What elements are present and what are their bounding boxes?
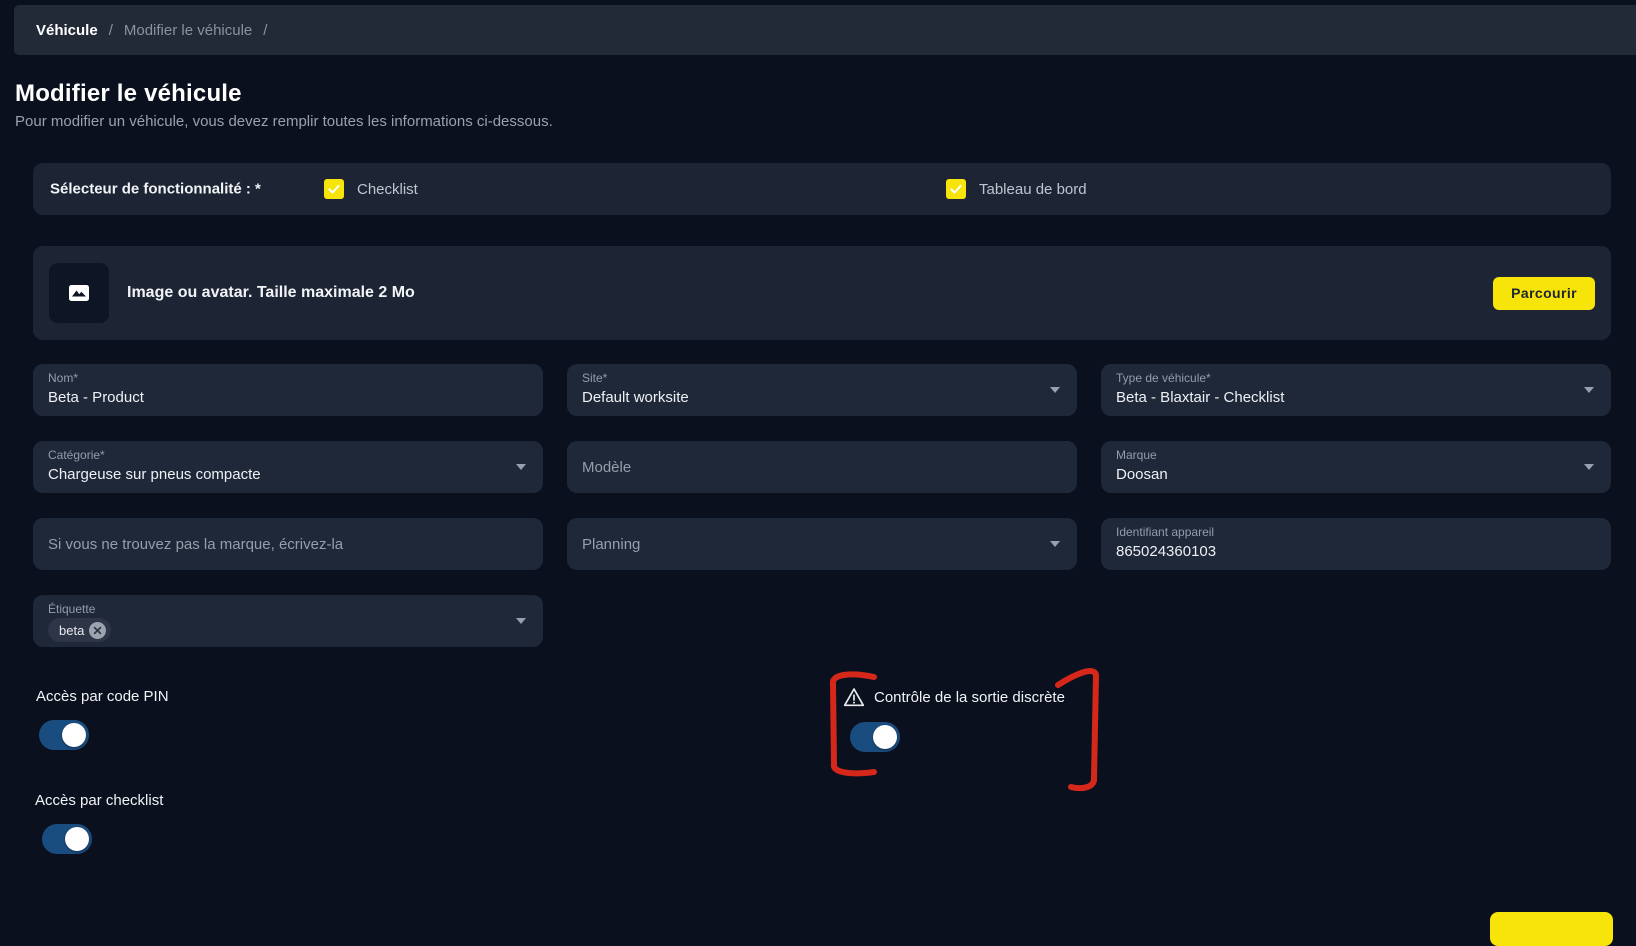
breadcrumb-separator: /: [109, 22, 113, 39]
feature-selector-label: Sélecteur de fonctionnalité : *: [50, 181, 261, 198]
categorie-value: Chargeuse sur pneus compacte: [48, 466, 503, 483]
chevron-down-icon: [1584, 464, 1594, 470]
checkbox-check-icon: [949, 182, 963, 196]
identifiant-appareil-label: Identifiant appareil: [1116, 526, 1571, 539]
checkbox-check-icon: [327, 182, 341, 196]
checklist-access-switch[interactable]: [42, 824, 92, 854]
vehicle-form: Nom* Beta - Product Site* Default worksi…: [33, 364, 1611, 647]
pin-access-toggle-group: Accès par code PIN: [36, 688, 169, 750]
nom-value: Beta - Product: [48, 389, 503, 406]
discrete-output-label: Contrôle de la sortie discrète: [874, 689, 1065, 706]
categorie-label: Catégorie*: [48, 449, 503, 462]
planning-select[interactable]: Planning: [567, 518, 1077, 570]
marque-libre-placeholder: Si vous ne trouvez pas la marque, écrive…: [48, 536, 343, 553]
image-icon: [66, 280, 92, 306]
type-vehicule-select[interactable]: Type de véhicule* Beta - Blaxtair - Chec…: [1101, 364, 1611, 416]
checklist-checkbox-label: Checklist: [357, 181, 418, 198]
chip-remove-icon[interactable]: [89, 622, 106, 639]
identifiant-appareil-field[interactable]: Identifiant appareil 865024360103: [1101, 518, 1611, 570]
marque-libre-input[interactable]: Si vous ne trouvez pas la marque, écrive…: [33, 518, 543, 570]
modele-placeholder: Modèle: [582, 459, 631, 476]
pin-access-switch[interactable]: [39, 720, 89, 750]
page-subtitle: Pour modifier un véhicule, vous devez re…: [15, 113, 553, 130]
discrete-output-toggle-group: Contrôle de la sortie discrète: [843, 686, 1065, 752]
categorie-select[interactable]: Catégorie* Chargeuse sur pneus compacte: [33, 441, 543, 493]
switch-thumb: [62, 723, 86, 747]
marque-select[interactable]: Marque Doosan: [1101, 441, 1611, 493]
marque-label: Marque: [1116, 449, 1571, 462]
chevron-down-icon: [1050, 541, 1060, 547]
breadcrumb-item-vehicule[interactable]: Véhicule: [36, 22, 98, 39]
type-vehicule-label: Type de véhicule*: [1116, 372, 1571, 385]
tableau-de-bord-checkbox-label: Tableau de bord: [979, 181, 1087, 198]
marque-value: Doosan: [1116, 466, 1571, 483]
page-header: Modifier le véhicule Pour modifier un vé…: [15, 80, 553, 130]
page-title: Modifier le véhicule: [15, 80, 553, 108]
browse-button[interactable]: Parcourir: [1493, 277, 1595, 310]
pin-access-label: Accès par code PIN: [36, 688, 169, 705]
image-placeholder-thumb: [49, 263, 109, 323]
chevron-down-icon: [516, 464, 526, 470]
site-label: Site*: [582, 372, 1037, 385]
chip-label: beta: [59, 623, 84, 638]
image-upload-card: Image ou avatar. Taille maximale 2 Mo Pa…: [33, 246, 1611, 340]
breadcrumb-item-modifier[interactable]: Modifier le véhicule: [124, 22, 252, 39]
type-vehicule-value: Beta - Blaxtair - Checklist: [1116, 389, 1571, 406]
etiquette-select[interactable]: Étiquette beta: [33, 595, 543, 647]
image-upload-description: Image ou avatar. Taille maximale 2 Mo: [127, 284, 415, 302]
identifiant-appareil-value: 865024360103: [1116, 543, 1571, 560]
modele-input[interactable]: Modèle: [567, 441, 1077, 493]
switch-thumb: [65, 827, 89, 851]
discrete-output-switch[interactable]: [850, 722, 900, 752]
nom-label: Nom*: [48, 372, 503, 385]
tableau-de-bord-checkbox[interactable]: [946, 179, 966, 199]
nom-field[interactable]: Nom* Beta - Product: [33, 364, 543, 416]
checklist-access-toggle-group: Accès par checklist: [35, 792, 163, 854]
chevron-down-icon: [1050, 387, 1060, 393]
feature-selector-card: Sélecteur de fonctionnalité : * Checklis…: [33, 163, 1611, 215]
etiquette-label: Étiquette: [48, 603, 503, 616]
site-value: Default worksite: [582, 389, 1037, 406]
planning-placeholder: Planning: [582, 536, 640, 553]
chevron-down-icon: [1584, 387, 1594, 393]
checkbox-option-tableau-de-bord: Tableau de bord: [946, 179, 1087, 199]
chevron-down-icon: [516, 618, 526, 624]
warning-icon: [843, 686, 865, 708]
breadcrumb: Véhicule / Modifier le véhicule /: [14, 5, 1636, 55]
checklist-access-label: Accès par checklist: [35, 792, 163, 809]
bottom-action-button[interactable]: [1490, 912, 1613, 946]
etiquette-chip-beta: beta: [48, 618, 111, 642]
checklist-checkbox[interactable]: [324, 179, 344, 199]
site-select[interactable]: Site* Default worksite: [567, 364, 1077, 416]
checkbox-option-checklist: Checklist: [324, 179, 418, 199]
breadcrumb-separator: /: [263, 22, 267, 39]
switch-thumb: [873, 725, 897, 749]
